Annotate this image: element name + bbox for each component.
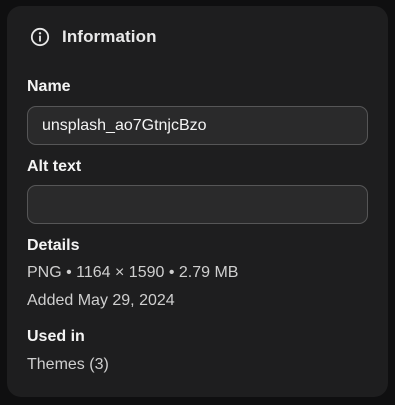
panel-header: Information (30, 27, 157, 47)
info-icon (30, 27, 50, 47)
name-field[interactable] (27, 106, 368, 145)
panel-title: Information (62, 27, 157, 46)
details-label: Details (27, 237, 80, 254)
information-panel: Information Name Alt text Details PNG • … (7, 6, 388, 397)
used-in-label: Used in (27, 328, 85, 345)
name-label: Name (27, 78, 71, 95)
alt-text-field[interactable] (27, 185, 368, 224)
added-date: Added May 29, 2024 (27, 292, 175, 309)
details-summary: PNG • 1164 × 1590 • 2.79 MB (27, 264, 239, 281)
used-in-value: Themes (3) (27, 356, 109, 373)
alt-text-label: Alt text (27, 158, 82, 175)
